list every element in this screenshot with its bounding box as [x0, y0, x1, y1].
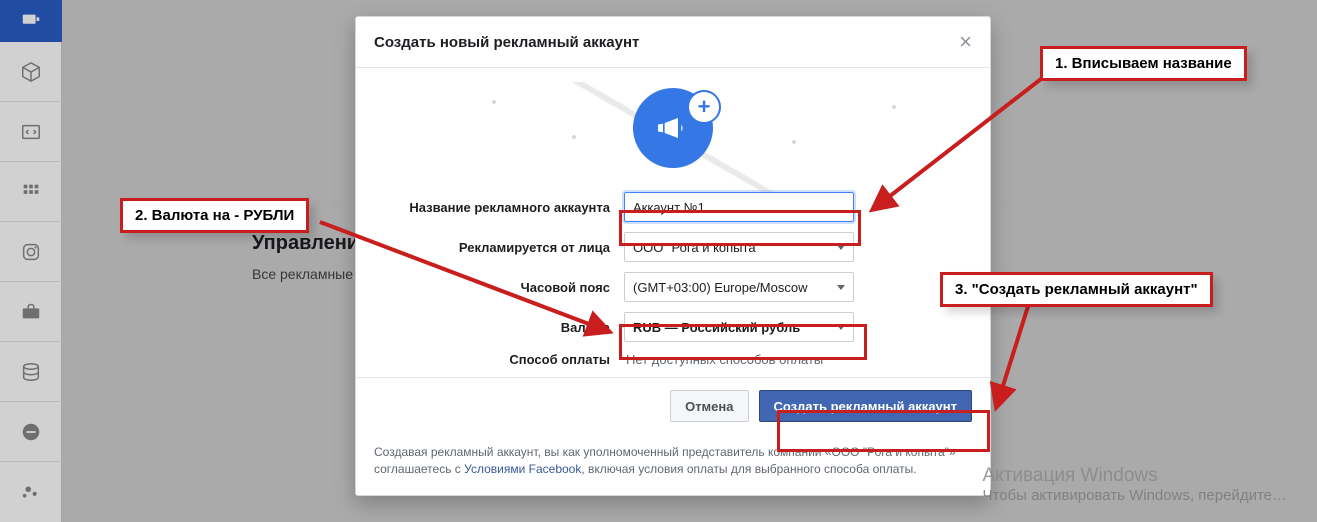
currency-value: RUB — Российский рубль	[633, 320, 800, 335]
label-currency: Валюта	[374, 320, 624, 335]
account-name-input[interactable]	[624, 192, 854, 222]
label-account-name: Название рекламного аккаунта	[374, 200, 624, 215]
row-currency: Валюта RUB — Российский рубль	[374, 312, 972, 342]
cancel-button[interactable]: Отмена	[670, 390, 748, 422]
annotation-1: 1. Вписываем название	[1040, 46, 1247, 81]
watermark-title: Активация Windows	[983, 465, 1288, 487]
chevron-down-icon	[837, 245, 845, 250]
timezone-value: (GMT+03:00) Europe/Moscow	[633, 280, 807, 295]
plus-badge-icon: +	[687, 90, 721, 124]
cancel-label: Отмена	[685, 399, 733, 414]
modal-title: Создать новый рекламный аккаунт	[374, 34, 639, 51]
watermark-sub: Чтобы активировать Windows, перейдите…	[983, 487, 1288, 504]
row-timezone: Часовой пояс (GMT+03:00) Europe/Moscow	[374, 272, 972, 302]
chevron-down-icon	[837, 285, 845, 290]
megaphone-circle-icon: +	[633, 88, 713, 168]
advertiser-select[interactable]: ООО "Рога и копыта"	[624, 232, 854, 262]
modal-footer: Отмена Создать рекламный аккаунт	[356, 377, 990, 434]
create-ad-account-button[interactable]: Создать рекламный аккаунт	[759, 390, 973, 422]
annotation-3: 3. "Создать рекламный аккаунт"	[940, 272, 1213, 307]
modal-hero: +	[374, 82, 972, 192]
payment-value: Нет доступных способов оплаты	[624, 352, 823, 367]
windows-activation-watermark: Активация Windows Чтобы активировать Win…	[983, 465, 1288, 504]
disclaimer-post: , включая условия оплаты для выбранного …	[581, 462, 916, 476]
create-label: Создать рекламный аккаунт	[774, 399, 958, 414]
advertiser-value: ООО "Рога и копыта"	[633, 240, 760, 255]
chevron-down-icon	[837, 325, 845, 330]
disclaimer-link[interactable]: Условиями Facebook	[464, 462, 581, 476]
annotation-2: 2. Валюта на - РУБЛИ	[120, 198, 309, 233]
label-payment: Способ оплаты	[374, 352, 624, 367]
close-icon[interactable]: ×	[959, 31, 972, 53]
currency-select[interactable]: RUB — Российский рубль	[624, 312, 854, 342]
create-ad-account-modal: Создать новый рекламный аккаунт × + Назв…	[355, 16, 991, 496]
row-account-name: Название рекламного аккаунта	[374, 192, 972, 222]
label-timezone: Часовой пояс	[374, 280, 624, 295]
label-advertiser: Рекламируется от лица	[374, 240, 624, 255]
megaphone-icon	[653, 108, 693, 148]
row-payment: Способ оплаты Нет доступных способов опл…	[374, 352, 972, 367]
row-advertiser: Рекламируется от лица ООО "Рога и копыта…	[374, 232, 972, 262]
modal-header: Создать новый рекламный аккаунт ×	[356, 17, 990, 68]
modal-disclaimer: Создавая рекламный аккаунт, вы как уполн…	[356, 434, 990, 495]
timezone-select[interactable]: (GMT+03:00) Europe/Moscow	[624, 272, 854, 302]
